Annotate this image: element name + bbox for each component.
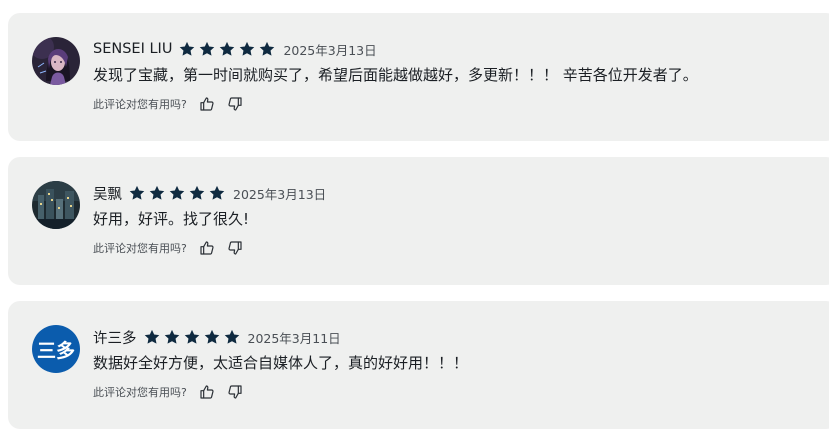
thumbs-up-icon[interactable] [199,96,215,112]
review-card: SENSEI LIU 2025年3月13日 发现了宝藏，第一时间就购买了，希望后… [8,13,829,141]
reviewer-name: SENSEI LIU [93,41,173,57]
star-icon [169,185,185,200]
star-icon [200,41,215,56]
avatar [32,37,80,85]
thumbs-down-icon[interactable] [227,384,243,400]
star-icon [180,41,195,56]
star-icon [149,185,165,200]
reviewer-name: 许三多 [93,330,137,347]
thumbs-up-icon[interactable] [199,240,215,256]
reviewer-name: 吴飘 [93,186,122,203]
helpful-row: 此评论对您有用吗? [93,239,255,257]
star-icon [260,41,275,56]
star-icon [224,329,239,344]
avatar: 三多 [32,325,80,373]
thumbs-up-icon[interactable] [199,384,215,400]
helpful-prompt: 此评论对您有用吗? [93,98,187,111]
helpful-prompt: 此评论对您有用吗? [93,386,187,399]
star-icon [189,185,205,200]
avatar [32,181,80,229]
review-header: SENSEI LIU 2025年3月13日 [93,39,377,59]
thumbs-down-icon[interactable] [227,240,243,256]
helpful-row: 此评论对您有用吗? [93,383,255,401]
review-text: 发现了宝藏，第一时间就购买了，希望后面能越做越好，多更新！！！ 辛苦各位开发者了… [93,66,698,84]
star-icon [240,41,255,56]
helpful-row: 此评论对您有用吗? [93,95,255,113]
star-icon [164,329,179,344]
review-card: 三多 许三多 2025年3月11日 数据好全好方便，太适合自媒体人了，真的好好用… [8,301,829,429]
star-icon [220,41,235,56]
star-icon [209,185,225,200]
star-icon [184,329,199,344]
review-date: 2025年3月11日 [247,330,341,346]
review-date: 2025年3月13日 [233,186,327,202]
star-rating [128,184,228,202]
star-rating [143,328,243,346]
review-list: SENSEI LIU 2025年3月13日 发现了宝藏，第一时间就购买了，希望后… [0,0,829,444]
star-icon [204,329,219,344]
review-date: 2025年3月13日 [283,42,377,58]
review-text: 数据好全好方便，太适合自媒体人了，真的好好用！！！ [93,354,469,372]
thumbs-down-icon[interactable] [227,96,243,112]
star-rating [178,40,278,58]
review-header: 许三多 2025年3月11日 [93,327,341,347]
review-card: 吴飘 2025年3月13日 好用，好评。找了很久! 此评论对您有用吗? [8,157,829,285]
review-header: 吴飘 2025年3月13日 [93,183,326,203]
helpful-prompt: 此评论对您有用吗? [93,242,187,255]
star-icon [144,329,159,344]
star-icon [129,185,145,200]
review-text: 好用，好评。找了很久! [93,210,250,228]
